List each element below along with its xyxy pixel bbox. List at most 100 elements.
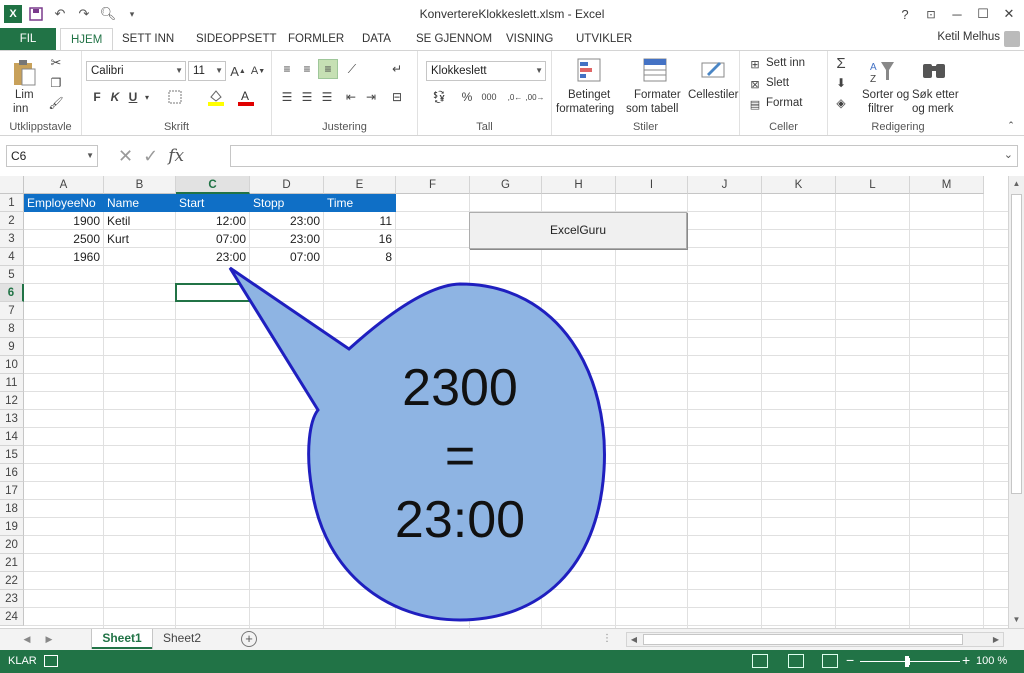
vertical-scrollbar[interactable]: ▲ ▼ [1008, 176, 1024, 628]
zoom-in-icon[interactable]: + [962, 653, 970, 667]
align-top-icon[interactable]: ≡ [278, 61, 296, 77]
tab-data[interactable]: DATA [352, 28, 401, 50]
paste-icon[interactable] [10, 59, 38, 87]
font-size-select[interactable]: 11 ▼ [188, 61, 226, 81]
scroll-down-icon[interactable]: ▼ [1009, 612, 1024, 628]
align-right-icon[interactable]: ☰ [318, 89, 336, 105]
table-header-cell[interactable]: Start [176, 194, 250, 212]
scroll-right-icon[interactable]: ▶ [989, 633, 1003, 646]
clear-icon[interactable]: ◈ [832, 95, 850, 111]
row-header-5[interactable]: 5 [0, 266, 24, 284]
paste-label-2[interactable]: inn [13, 103, 28, 115]
row-header-19[interactable]: 19 [0, 518, 24, 536]
table-cell[interactable]: 23:00 [250, 230, 323, 248]
format-cells-label[interactable]: Format [766, 97, 802, 109]
enter-icon[interactable]: ✓ [143, 146, 158, 167]
decrease-indent-icon[interactable]: ⇤ [342, 89, 360, 105]
table-cell[interactable]: 1960 [24, 248, 103, 266]
page-break-view-icon[interactable] [822, 654, 838, 668]
table-cell[interactable]: 23:00 [250, 212, 323, 230]
scroll-thumb[interactable] [1011, 194, 1022, 494]
wrap-text-icon[interactable]: ↵ [388, 61, 406, 77]
row-header-14[interactable]: 14 [0, 428, 24, 446]
currency-icon[interactable]: 💱︎ [428, 89, 450, 105]
table-header-cell[interactable]: EmployeeNo [24, 194, 104, 212]
tab-view[interactable]: VISNING [496, 28, 563, 50]
row-header-3[interactable]: 3 [0, 230, 24, 248]
number-format-select[interactable]: Klokkeslett ▼ [426, 61, 546, 81]
row-header-8[interactable]: 8 [0, 320, 24, 338]
maximize-button[interactable]: ☐ [970, 2, 996, 26]
cut-icon[interactable]: ✂ [48, 55, 64, 71]
tab-home[interactable]: HJEM [60, 28, 114, 50]
tab-insert[interactable]: SETT INN [112, 28, 184, 50]
close-button[interactable]: ✕ [996, 2, 1022, 26]
row-header-21[interactable]: 21 [0, 554, 24, 572]
decrease-decimal-icon[interactable]: ,00→ [525, 89, 544, 105]
table-cell[interactable]: Ketil [104, 212, 175, 230]
column-header-g[interactable]: G [470, 176, 542, 194]
conditional-formatting-label-2[interactable]: formatering [556, 103, 614, 115]
hscroll-thumb[interactable] [643, 634, 963, 645]
zoom-level[interactable]: 100 % [976, 655, 1007, 667]
help-button[interactable]: ? [892, 2, 918, 26]
cell-styles-label[interactable]: Cellestiler [688, 89, 739, 101]
table-cell[interactable]: 07:00 [250, 248, 323, 266]
bold-button[interactable]: F [90, 89, 104, 105]
tab-page-layout[interactable]: SIDEOPPSETT [186, 28, 287, 50]
formula-input[interactable]: ⌄ [230, 145, 1018, 167]
tab-review[interactable]: SE GJENNOM [406, 28, 502, 50]
tab-formulas[interactable]: FORMLER [278, 28, 354, 50]
ribbon-display-icon[interactable]: ⊡ [918, 2, 944, 26]
row-header-7[interactable]: 7 [0, 302, 24, 320]
table-cell[interactable]: 2500 [24, 230, 103, 248]
row-header-1[interactable]: 1 [0, 194, 24, 212]
minimize-button[interactable]: ─ [944, 2, 970, 26]
conditional-formatting-icon[interactable] [576, 57, 602, 83]
conditional-formatting-label[interactable]: Betinget [568, 89, 610, 101]
expand-formula-bar-icon[interactable]: ⌄ [1004, 148, 1013, 161]
format-as-table-label-2[interactable]: som tabell [626, 103, 678, 115]
row-header-9[interactable]: 9 [0, 338, 24, 356]
column-header-j[interactable]: J [688, 176, 762, 194]
sort-filter-icon[interactable]: AZ [868, 57, 896, 85]
table-cell[interactable]: 12:00 [176, 212, 249, 230]
table-cell[interactable] [104, 248, 175, 266]
sheet-tab-sheet1[interactable]: Sheet1 [92, 629, 152, 649]
insert-function-icon[interactable]: fx [168, 146, 184, 166]
column-header-c[interactable]: C [176, 176, 250, 194]
format-cells-icon[interactable]: ▤ [748, 97, 762, 111]
column-header-e[interactable]: E [324, 176, 396, 194]
zoom-slider[interactable] [860, 661, 960, 662]
table-header-cell[interactable]: Name [104, 194, 176, 212]
fill-color-icon[interactable] [206, 87, 226, 107]
column-header-b[interactable]: B [104, 176, 176, 194]
table-cell[interactable]: 23:00 [176, 248, 249, 266]
user-name[interactable]: Ketil Melhus [937, 31, 1000, 43]
shrink-font-icon[interactable]: A ▼ [250, 63, 266, 79]
find-select-icon[interactable] [920, 57, 948, 85]
column-header-i[interactable]: I [616, 176, 688, 194]
thousands-button[interactable]: 000 [478, 89, 500, 105]
row-header-22[interactable]: 22 [0, 572, 24, 590]
sheet-tab-sheet2[interactable]: Sheet2 [156, 629, 208, 649]
format-as-table-icon[interactable] [642, 57, 668, 83]
row-header-4[interactable]: 4 [0, 248, 24, 266]
select-all-corner[interactable] [0, 176, 24, 194]
sort-filter-label[interactable]: Sorter og [862, 89, 909, 101]
name-box[interactable]: C6 ▼ [6, 145, 98, 167]
copy-icon[interactable]: ❐ [48, 75, 64, 91]
column-header-l[interactable]: L [836, 176, 910, 194]
row-header-23[interactable]: 23 [0, 590, 24, 608]
zoom-out-icon[interactable]: − [846, 653, 854, 667]
table-header-cell[interactable]: Stopp [250, 194, 324, 212]
row-header-24[interactable]: 24 [0, 608, 24, 626]
insert-cells-icon[interactable]: ⊞ [748, 57, 762, 71]
row-header-15[interactable]: 15 [0, 446, 24, 464]
row-header-6[interactable]: 6 [0, 284, 24, 302]
table-cell[interactable]: 1900 [24, 212, 103, 230]
normal-view-icon[interactable] [752, 654, 768, 668]
align-bottom-icon[interactable]: ≡ [318, 59, 338, 79]
next-sheet-icon[interactable]: ▶ [42, 632, 56, 646]
row-header-2[interactable]: 2 [0, 212, 24, 230]
